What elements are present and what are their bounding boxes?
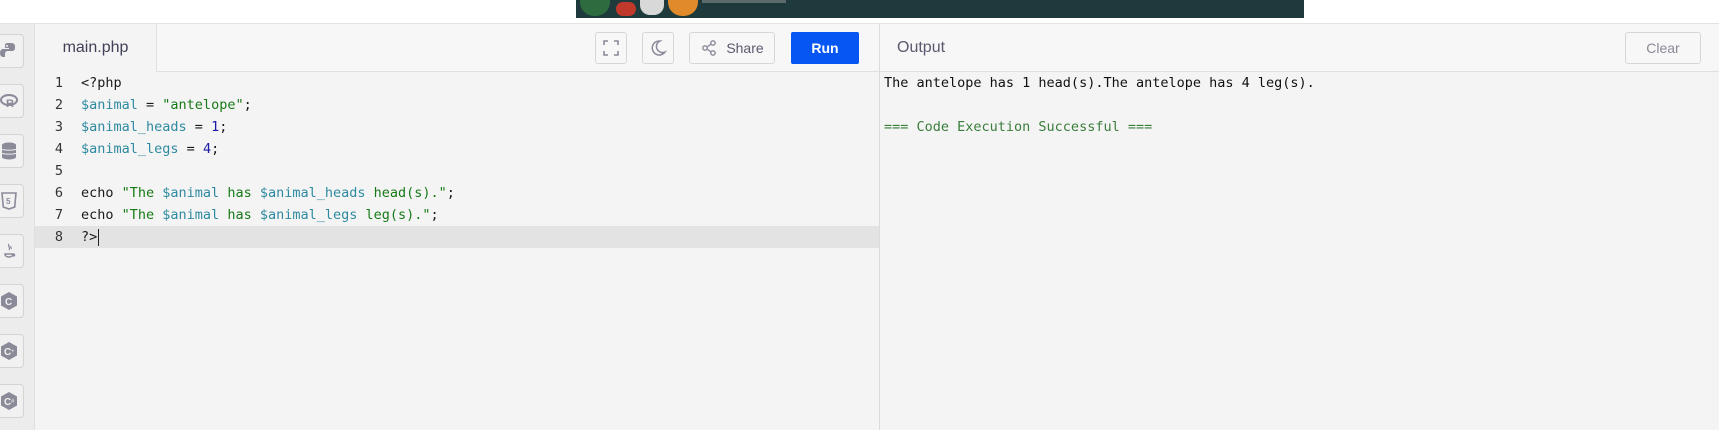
r-language-icon[interactable]: R (0, 84, 24, 118)
share-icon (702, 40, 717, 56)
code-line: 5 (35, 160, 879, 182)
code-editor[interactable]: 1 <?php 2 $animal = "antelope"; 3 $anima… (35, 72, 879, 430)
code-text: ?> (81, 228, 100, 246)
output-console: The antelope has 1 head(s).The antelope … (880, 72, 1719, 430)
clear-button[interactable]: Clear (1625, 32, 1701, 64)
python-icon[interactable] (0, 34, 24, 68)
line-number: 1 (54, 75, 63, 91)
code-line: 2 $animal = "antelope"; (35, 94, 879, 116)
theme-toggle-button[interactable] (642, 32, 674, 64)
banner-art (668, 0, 698, 16)
csharp-icon[interactable]: C # (0, 384, 24, 418)
code-text: echo "The $animal has $animal_heads head… (81, 185, 455, 201)
run-button[interactable]: Run (791, 32, 859, 64)
share-button[interactable]: Share (689, 32, 775, 64)
execution-status: === Code Execution Successful === (884, 119, 1153, 135)
text-cursor (98, 228, 100, 246)
line-number: 7 (54, 207, 63, 223)
code-text: echo "The $animal has $animal_legs leg(s… (81, 207, 439, 223)
share-label: Share (726, 40, 764, 56)
banner-art (616, 2, 636, 16)
svg-text:5: 5 (6, 197, 11, 206)
code-text: $animal_heads = 1; (81, 119, 228, 135)
output-header: Output Clear (880, 24, 1719, 72)
banner-art (640, 0, 664, 15)
c-language-icon[interactable]: C (0, 284, 24, 318)
banner-art (702, 0, 786, 3)
banner-art (580, 0, 610, 16)
sql-database-icon[interactable] (0, 134, 24, 168)
top-strip (0, 0, 1719, 24)
code-line: 3 $animal_heads = 1; (35, 116, 879, 138)
fullscreen-button[interactable] (595, 32, 627, 64)
language-sidebar: R 5 C C + C # (0, 24, 35, 430)
svg-text:+: + (11, 349, 15, 355)
code-text: $animal_legs = 4; (81, 141, 220, 157)
output-title: Output (897, 39, 946, 56)
line-number: 3 (54, 119, 63, 135)
java-icon[interactable] (0, 234, 24, 268)
code-line: 4 $animal_legs = 4; (35, 138, 879, 160)
line-number: 8 (54, 229, 63, 245)
fullscreen-icon (603, 40, 619, 56)
line-number: 5 (54, 163, 63, 179)
line-number: 4 (54, 141, 63, 157)
code-text: <?php (81, 75, 122, 91)
line-number: 2 (54, 97, 63, 113)
svg-text:C: C (5, 297, 12, 308)
code-line: 7 echo "The $animal has $animal_legs leg… (35, 204, 879, 226)
html5-icon[interactable]: 5 (0, 184, 24, 218)
output-result: The antelope has 1 head(s).The antelope … (884, 75, 1315, 91)
file-tab-main-php[interactable]: main.php (35, 24, 157, 72)
advertisement-banner[interactable] (576, 0, 1304, 18)
editor-toolbar: main.php Share Run (35, 24, 879, 72)
code-line: 6 echo "The $animal has $animal_heads he… (35, 182, 879, 204)
code-text: $animal = "antelope"; (81, 97, 252, 113)
cpp-icon[interactable]: C + (0, 334, 24, 368)
code-line-active: 8 ?> (35, 226, 879, 248)
line-number: 6 (54, 185, 63, 201)
svg-text:R: R (6, 98, 14, 110)
moon-icon (651, 40, 667, 56)
code-line: 1 <?php (35, 72, 879, 94)
